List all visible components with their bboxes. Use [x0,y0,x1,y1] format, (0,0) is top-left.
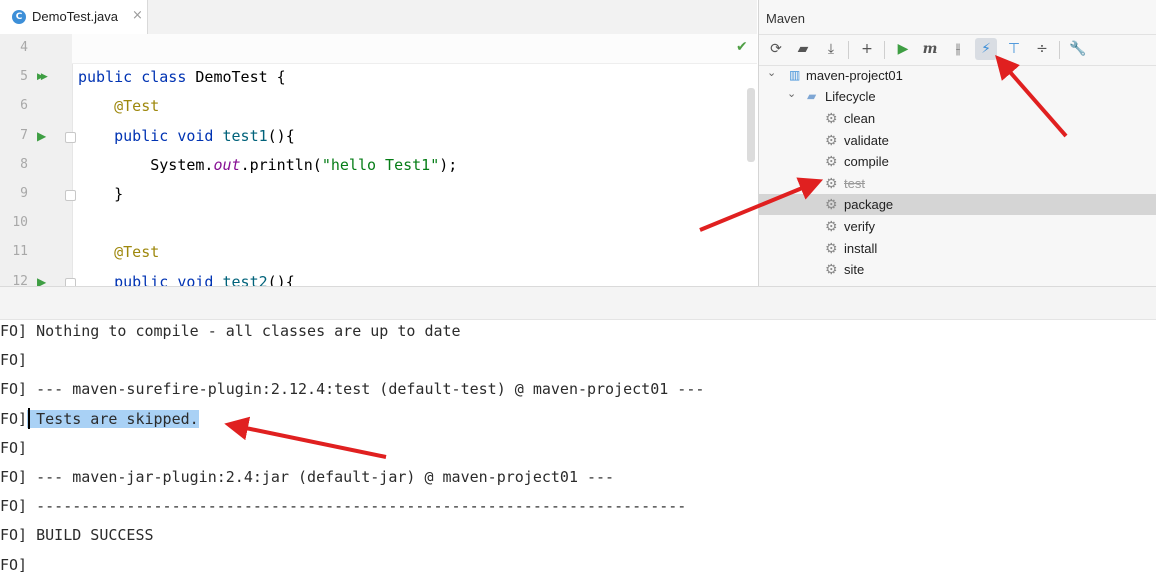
annotation-arrows [224,54,1068,459]
arrow-to-test-phase [699,177,824,232]
arrow-to-skip-tests [995,54,1068,138]
arrow-to-skipped-message [224,416,387,459]
